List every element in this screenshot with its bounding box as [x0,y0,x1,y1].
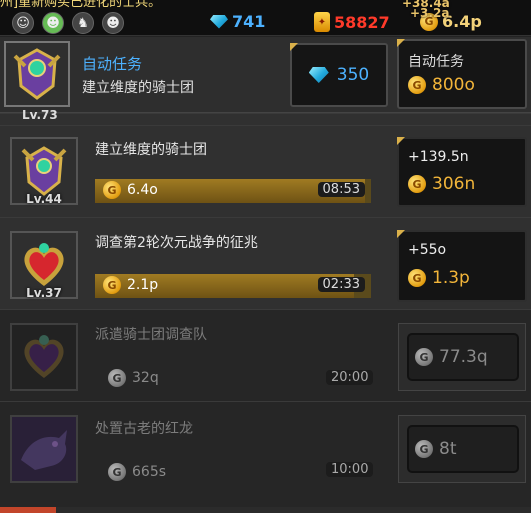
quest-timer: 08:53 [317,182,365,197]
quest-name: 处置古老的红龙 [95,421,193,437]
gem-icon [210,14,228,29]
quest-row-3: 派遣骑士团调查队 G 32q 20:00 G 77.3q [0,309,531,401]
upgrade-cost-row: G 306n [408,174,475,194]
avatar-3[interactable]: ♞ [72,12,94,34]
avatar-1[interactable]: ☺ [12,12,34,34]
quest-row-4: 处置古老的红龙 G 665s 10:00 G 8t [0,401,531,507]
quest-progress: G 2.1p 02:33 [95,274,371,298]
gem-auto-cost: 350 [336,65,370,85]
upgrade-cost: 1.3p [432,268,470,288]
header-portrait [4,41,70,107]
quest-portrait [10,415,78,483]
corner-mark [397,230,405,238]
gem-auto-button[interactable]: 350 [290,43,388,107]
coin-auto-label: 自动任务 [408,54,464,70]
upgrade-gain: +55o [408,242,447,258]
quest-portrait: Lv.44 [10,137,78,206]
floating-gain-2: +3.2a [410,6,450,20]
reward-row: G 32q [108,369,159,387]
upgrade-button[interactable]: +139.5n G 306n [397,137,527,207]
auto-quest-header: 自动任务 建立维度的骑士团 350 自动任务 G 800o [0,37,531,113]
avatar-4[interactable]: ☻ [102,12,124,34]
reward-row: G 665s [108,463,166,481]
dark-heart-emblem-icon [24,335,64,378]
coin-icon: G [103,181,121,199]
header-title: 自动任务 [82,55,143,73]
quest-level: Lv.73 [22,108,58,122]
reward-row: G 2.1p [103,276,158,294]
quest-reward: 6.4o [127,182,158,198]
news-ticker: 州]重新购买已进化的士兵。 [0,0,162,10]
red-dragon-icon [21,430,67,470]
coin-icon: G [108,369,126,387]
quest-portrait: Lv.37 [10,231,78,300]
avatar-2[interactable]: ☻ [42,12,64,34]
quest-reward: 665s [132,464,167,480]
quest-portrait [10,323,78,391]
header-subtitle: 建立维度的骑士团 [82,80,194,96]
quest-timer: 20:00 [326,370,374,385]
quest-screen: 州]重新购买已进化的士兵。 ☺ ☻ ♞ ☻ 741 ✦ 58827 G 6.4p… [0,0,531,513]
upgrade-cost: 306n [432,174,476,194]
unlock-cost: 8t [439,439,457,459]
corner-mark [290,43,298,51]
quest-name: 建立维度的骑士团 [95,142,207,158]
unlock-cost: 77.3q [439,347,488,367]
unlock-button[interactable]: G 8t [398,415,526,483]
upgrade-gain: +139.5n [408,149,469,165]
coin-icon: G [108,463,126,481]
gem-counter: 741 [210,12,265,31]
quest-name: 派遣骑士团调查队 [95,327,207,343]
quest-row-0: Lv.73 [0,108,531,125]
quest-level: Lv.44 [26,192,62,206]
coin-icon: G [408,269,426,287]
party-avatars: ☺ ☻ ♞ ☻ [12,12,124,34]
coin-icon: G [408,175,426,193]
quest-row-2: Lv.37 调查第2轮次元战争的征兆 G 2.1p 02:33 +55o G 1… [0,217,531,309]
quest-level: Lv.37 [26,286,62,300]
coin-auto-button[interactable]: 自动任务 G 800o [397,39,527,109]
heart-emblem-icon [24,243,64,286]
coin-auto-cost-row: G 800o [408,75,475,95]
quest-name: 调查第2轮次元战争的征兆 [95,235,258,251]
coin-icon: G [408,76,426,94]
medal-icon: ✦ [314,12,330,32]
corner-mark [397,39,405,47]
coin-icon: G [415,440,433,458]
quest-timer: 02:33 [317,277,365,292]
upgrade-button[interactable]: +55o G 1.3p [397,230,527,302]
bottom-tab-bar [0,507,531,513]
medal-count: 58827 [334,12,390,32]
top-resource-bar: 州]重新购买已进化的士兵。 ☺ ☻ ♞ ☻ 741 ✦ 58827 G 6.4p… [0,0,531,36]
coin-icon: G [103,276,121,294]
quest-progress: G 6.4o 08:53 [95,179,371,203]
tab-active[interactable] [0,507,56,513]
unlock-button[interactable]: G 77.3q [398,323,526,391]
quest-timer: 10:00 [326,462,374,477]
quest-reward: 2.1p [127,277,159,293]
quest-reward: 32q [132,370,159,386]
coin-auto-cost: 800o [432,75,475,95]
gem-icon [308,67,329,83]
medal-counter: ✦ 58827 [314,12,390,32]
reward-row: G 6.4o [103,181,158,199]
coin-icon: G [415,348,433,366]
unlock-cost-box: G 8t [407,425,519,473]
knight-crest-icon [13,48,61,100]
corner-mark [397,137,405,145]
upgrade-cost-row: G 1.3p [408,268,470,288]
unlock-cost-box: G 77.3q [407,333,519,381]
gem-count: 741 [232,12,266,31]
quest-row-1: Lv.44 建立维度的骑士团 G 6.4o 08:53 +139.5n G 30… [0,125,531,217]
